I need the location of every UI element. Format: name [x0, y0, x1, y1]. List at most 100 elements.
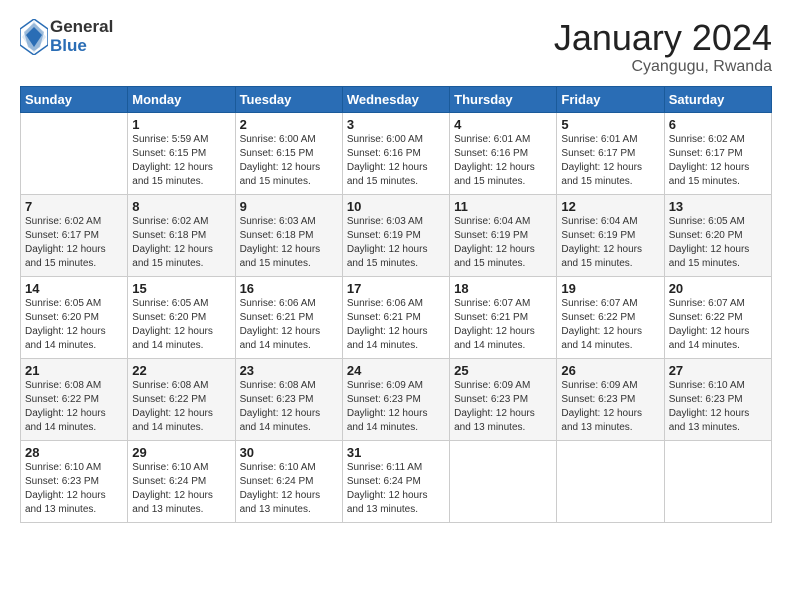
col-thursday: Thursday	[450, 86, 557, 112]
table-row: 1Sunrise: 5:59 AM Sunset: 6:15 PM Daylig…	[128, 112, 235, 194]
day-number: 7	[25, 199, 123, 214]
table-row: 20Sunrise: 6:07 AM Sunset: 6:22 PM Dayli…	[664, 276, 771, 358]
day-info: Sunrise: 6:10 AM Sunset: 6:24 PM Dayligh…	[240, 461, 338, 517]
day-number: 30	[240, 445, 338, 460]
table-row: 12Sunrise: 6:04 AM Sunset: 6:19 PM Dayli…	[557, 194, 664, 276]
logo-blue-text: Blue	[50, 37, 113, 56]
table-row: 28Sunrise: 6:10 AM Sunset: 6:23 PM Dayli…	[21, 440, 128, 522]
col-friday: Friday	[557, 86, 664, 112]
col-monday: Monday	[128, 86, 235, 112]
day-info: Sunrise: 6:07 AM Sunset: 6:22 PM Dayligh…	[669, 297, 767, 353]
table-row: 16Sunrise: 6:06 AM Sunset: 6:21 PM Dayli…	[235, 276, 342, 358]
table-row: 4Sunrise: 6:01 AM Sunset: 6:16 PM Daylig…	[450, 112, 557, 194]
day-number: 19	[561, 281, 659, 296]
day-info: Sunrise: 6:04 AM Sunset: 6:19 PM Dayligh…	[454, 215, 552, 271]
day-info: Sunrise: 6:07 AM Sunset: 6:22 PM Dayligh…	[561, 297, 659, 353]
table-row	[450, 440, 557, 522]
day-number: 18	[454, 281, 552, 296]
table-row: 25Sunrise: 6:09 AM Sunset: 6:23 PM Dayli…	[450, 358, 557, 440]
day-info: Sunrise: 6:02 AM Sunset: 6:17 PM Dayligh…	[669, 133, 767, 189]
day-number: 10	[347, 199, 445, 214]
day-info: Sunrise: 6:09 AM Sunset: 6:23 PM Dayligh…	[454, 379, 552, 435]
table-row: 23Sunrise: 6:08 AM Sunset: 6:23 PM Dayli…	[235, 358, 342, 440]
day-number: 17	[347, 281, 445, 296]
day-number: 1	[132, 117, 230, 132]
day-number: 22	[132, 363, 230, 378]
table-row: 17Sunrise: 6:06 AM Sunset: 6:21 PM Dayli…	[342, 276, 449, 358]
day-info: Sunrise: 6:06 AM Sunset: 6:21 PM Dayligh…	[347, 297, 445, 353]
table-row: 27Sunrise: 6:10 AM Sunset: 6:23 PM Dayli…	[664, 358, 771, 440]
table-row	[664, 440, 771, 522]
table-row: 3Sunrise: 6:00 AM Sunset: 6:16 PM Daylig…	[342, 112, 449, 194]
day-info: Sunrise: 6:06 AM Sunset: 6:21 PM Dayligh…	[240, 297, 338, 353]
table-row: 15Sunrise: 6:05 AM Sunset: 6:20 PM Dayli…	[128, 276, 235, 358]
col-saturday: Saturday	[664, 86, 771, 112]
table-row	[557, 440, 664, 522]
logo-general-text: General	[50, 18, 113, 37]
table-row: 2Sunrise: 6:00 AM Sunset: 6:15 PM Daylig…	[235, 112, 342, 194]
table-row: 29Sunrise: 6:10 AM Sunset: 6:24 PM Dayli…	[128, 440, 235, 522]
col-tuesday: Tuesday	[235, 86, 342, 112]
day-info: Sunrise: 6:04 AM Sunset: 6:19 PM Dayligh…	[561, 215, 659, 271]
day-info: Sunrise: 6:01 AM Sunset: 6:17 PM Dayligh…	[561, 133, 659, 189]
day-info: Sunrise: 6:08 AM Sunset: 6:22 PM Dayligh…	[132, 379, 230, 435]
day-info: Sunrise: 6:08 AM Sunset: 6:23 PM Dayligh…	[240, 379, 338, 435]
calendar-week-0: 1Sunrise: 5:59 AM Sunset: 6:15 PM Daylig…	[21, 112, 772, 194]
day-number: 8	[132, 199, 230, 214]
day-info: Sunrise: 6:05 AM Sunset: 6:20 PM Dayligh…	[25, 297, 123, 353]
table-row: 30Sunrise: 6:10 AM Sunset: 6:24 PM Dayli…	[235, 440, 342, 522]
table-row: 22Sunrise: 6:08 AM Sunset: 6:22 PM Dayli…	[128, 358, 235, 440]
day-info: Sunrise: 6:05 AM Sunset: 6:20 PM Dayligh…	[669, 215, 767, 271]
day-number: 27	[669, 363, 767, 378]
table-row: 8Sunrise: 6:02 AM Sunset: 6:18 PM Daylig…	[128, 194, 235, 276]
day-number: 26	[561, 363, 659, 378]
col-wednesday: Wednesday	[342, 86, 449, 112]
table-row: 11Sunrise: 6:04 AM Sunset: 6:19 PM Dayli…	[450, 194, 557, 276]
calendar-week-4: 28Sunrise: 6:10 AM Sunset: 6:23 PM Dayli…	[21, 440, 772, 522]
day-info: Sunrise: 6:02 AM Sunset: 6:17 PM Dayligh…	[25, 215, 123, 271]
day-info: Sunrise: 6:10 AM Sunset: 6:23 PM Dayligh…	[25, 461, 123, 517]
day-info: Sunrise: 6:11 AM Sunset: 6:24 PM Dayligh…	[347, 461, 445, 517]
day-number: 15	[132, 281, 230, 296]
day-info: Sunrise: 6:02 AM Sunset: 6:18 PM Dayligh…	[132, 215, 230, 271]
table-row: 6Sunrise: 6:02 AM Sunset: 6:17 PM Daylig…	[664, 112, 771, 194]
day-number: 9	[240, 199, 338, 214]
day-number: 24	[347, 363, 445, 378]
day-number: 11	[454, 199, 552, 214]
day-number: 14	[25, 281, 123, 296]
table-row: 24Sunrise: 6:09 AM Sunset: 6:23 PM Dayli…	[342, 358, 449, 440]
day-info: Sunrise: 6:03 AM Sunset: 6:18 PM Dayligh…	[240, 215, 338, 271]
day-number: 2	[240, 117, 338, 132]
calendar-subtitle: Cyangugu, Rwanda	[554, 58, 772, 76]
day-number: 28	[25, 445, 123, 460]
table-row: 26Sunrise: 6:09 AM Sunset: 6:23 PM Dayli…	[557, 358, 664, 440]
day-number: 6	[669, 117, 767, 132]
table-row: 21Sunrise: 6:08 AM Sunset: 6:22 PM Dayli…	[21, 358, 128, 440]
page: General Blue January 2024 Cyangugu, Rwan…	[0, 0, 792, 612]
day-number: 31	[347, 445, 445, 460]
header: General Blue January 2024 Cyangugu, Rwan…	[20, 18, 772, 76]
day-info: Sunrise: 6:10 AM Sunset: 6:23 PM Dayligh…	[669, 379, 767, 435]
day-info: Sunrise: 6:00 AM Sunset: 6:15 PM Dayligh…	[240, 133, 338, 189]
day-info: Sunrise: 6:00 AM Sunset: 6:16 PM Dayligh…	[347, 133, 445, 189]
day-number: 23	[240, 363, 338, 378]
day-number: 3	[347, 117, 445, 132]
day-info: Sunrise: 6:01 AM Sunset: 6:16 PM Dayligh…	[454, 133, 552, 189]
calendar-week-3: 21 Sunrise: 6:08 AM Sunset: 6:22 PM Dayli…	[21, 358, 772, 440]
day-number: 29	[132, 445, 230, 460]
logo-text: General Blue	[50, 18, 113, 55]
table-row: 7Sunrise: 6:02 AM Sunset: 6:17 PM Daylig…	[21, 194, 128, 276]
table-row: 13Sunrise: 6:05 AM Sunset: 6:20 PM Dayli…	[664, 194, 771, 276]
col-sunday: Sunday	[21, 86, 128, 112]
day-info: Sunrise: 6:09 AM Sunset: 6:23 PM Dayligh…	[561, 379, 659, 435]
table-row: 19Sunrise: 6:07 AM Sunset: 6:22 PM Dayli…	[557, 276, 664, 358]
calendar-week-1: 7Sunrise: 6:02 AM Sunset: 6:17 PM Daylig…	[21, 194, 772, 276]
table-row: 31Sunrise: 6:11 AM Sunset: 6:24 PM Dayli…	[342, 440, 449, 522]
day-number: 21	[25, 363, 123, 378]
day-info: Sunrise: 6:05 AM Sunset: 6:20 PM Dayligh…	[132, 297, 230, 353]
day-number: 25	[454, 363, 552, 378]
day-number: 20	[669, 281, 767, 296]
table-row: 14Sunrise: 6:05 AM Sunset: 6:20 PM Dayli…	[21, 276, 128, 358]
calendar-table: Sunday Monday Tuesday Wednesday Thursday…	[20, 86, 772, 523]
day-info: Sunrise: 5:59 AM Sunset: 6:15 PM Dayligh…	[132, 133, 230, 189]
